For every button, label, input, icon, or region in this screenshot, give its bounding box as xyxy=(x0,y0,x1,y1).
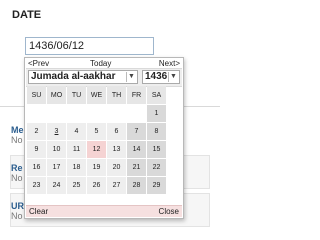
calendar-week-row: 1 xyxy=(27,105,166,122)
calendar-day[interactable]: 9 xyxy=(27,141,46,158)
calendar-day[interactable]: 19 xyxy=(87,159,106,176)
calendar-day[interactable]: 11 xyxy=(67,141,86,158)
year-select[interactable]: 1436 ▼ xyxy=(142,70,180,84)
weekday-header: SA xyxy=(147,86,166,104)
calendar-day[interactable]: 4 xyxy=(67,123,86,140)
date-input[interactable] xyxy=(25,37,154,55)
calendar-day[interactable]: 6 xyxy=(107,123,126,140)
background-item-title-1[interactable]: Me xyxy=(11,125,24,135)
clear-button[interactable]: Clear xyxy=(29,206,48,217)
prev-month-link[interactable]: <Prev xyxy=(28,59,49,68)
calendar-day[interactable]: 12 xyxy=(87,141,106,158)
next-month-link[interactable]: Next> xyxy=(159,59,180,68)
calendar-day[interactable]: 2 xyxy=(27,123,46,140)
background-item-title-3[interactable]: UR xyxy=(11,201,24,211)
datepicker-footer: Clear Close xyxy=(26,205,182,217)
close-button[interactable]: Close xyxy=(159,206,179,217)
month-select-value: Jumada al-aakhar xyxy=(31,71,116,82)
calendar-day[interactable]: 21 xyxy=(127,159,146,176)
weekday-header: FR xyxy=(127,86,146,104)
calendar-day[interactable]: 17 xyxy=(47,159,66,176)
weekday-header-row: SU MO TU WE TH FR SA xyxy=(27,86,166,104)
calendar-week-row: 2345678 xyxy=(27,123,166,140)
calendar-day[interactable]: 18 xyxy=(67,159,86,176)
datepicker-nav: <Prev Today Next> xyxy=(25,59,183,68)
today-link[interactable]: Today xyxy=(90,59,111,68)
calendar-day[interactable]: 13 xyxy=(107,141,126,158)
calendar-day[interactable]: 27 xyxy=(107,177,126,194)
background-item-title-2[interactable]: Re xyxy=(11,163,23,173)
calendar-empty-cell xyxy=(87,105,106,122)
chevron-down-icon: ▼ xyxy=(168,72,178,82)
weekday-header: WE xyxy=(87,86,106,104)
calendar-day[interactable]: 26 xyxy=(87,177,106,194)
calendar-day[interactable]: 23 xyxy=(27,177,46,194)
calendar-grid: SU MO TU WE TH FR SA 1 2 3 4 5 6 7 8 9 10 11 12 13 14… xyxy=(26,85,167,195)
weekday-header: TH xyxy=(107,86,126,104)
calendar-week-row: 23 24 25 26 27 28 29 xyxy=(27,177,166,194)
calendar-day[interactable]: 25 xyxy=(67,177,86,194)
calendar-day[interactable]: 7 xyxy=(127,123,146,140)
calendar-day[interactable]: 14 xyxy=(127,141,146,158)
calendar-day[interactable]: 22 xyxy=(147,159,166,176)
calendar-days: 1 2 3 4 5 6 7 8 9 10 11 12 13 14 15 16 17 18 19 20 21 22 23 24 2… xyxy=(27,105,166,194)
calendar-day[interactable]: 3 xyxy=(47,123,66,140)
calendar-day[interactable]: 1 xyxy=(147,105,166,122)
calendar-day[interactable]: 24 xyxy=(47,177,66,194)
calendar-day[interactable]: 16 xyxy=(27,159,46,176)
calendar-empty-cell xyxy=(107,105,126,122)
calendar-empty-cell xyxy=(127,105,146,122)
calendar-week-row: 9 10 11 12 13 14 15 xyxy=(27,141,166,158)
background-item-sub-1: No xyxy=(11,135,23,145)
calendar-day[interactable]: 5 xyxy=(87,123,106,140)
year-select-value: 1436 xyxy=(145,71,168,82)
chevron-down-icon: ▼ xyxy=(126,72,136,82)
calendar-day[interactable]: 29 xyxy=(147,177,166,194)
calendar-day[interactable]: 15 xyxy=(147,141,166,158)
month-select[interactable]: Jumada al-aakhar ▼ xyxy=(28,70,138,84)
calendar-empty-cell xyxy=(47,105,66,122)
calendar-day[interactable]: 20 xyxy=(107,159,126,176)
calendar-day[interactable]: 10 xyxy=(47,141,66,158)
weekday-header: TU xyxy=(67,86,86,104)
calendar-empty-cell xyxy=(27,105,46,122)
date-field-label: DATE xyxy=(12,9,42,21)
datepicker-popup: <Prev Today Next> Jumada al-aakhar ▼ 143… xyxy=(24,57,184,219)
calendar-day[interactable]: 8 xyxy=(147,123,166,140)
background-item-sub-2: No xyxy=(11,173,23,183)
weekday-header: SU xyxy=(27,86,46,104)
weekday-header: MO xyxy=(47,86,66,104)
calendar-empty-cell xyxy=(67,105,86,122)
calendar-day[interactable]: 28 xyxy=(127,177,146,194)
calendar-week-row: 16 17 18 19 20 21 22 xyxy=(27,159,166,176)
